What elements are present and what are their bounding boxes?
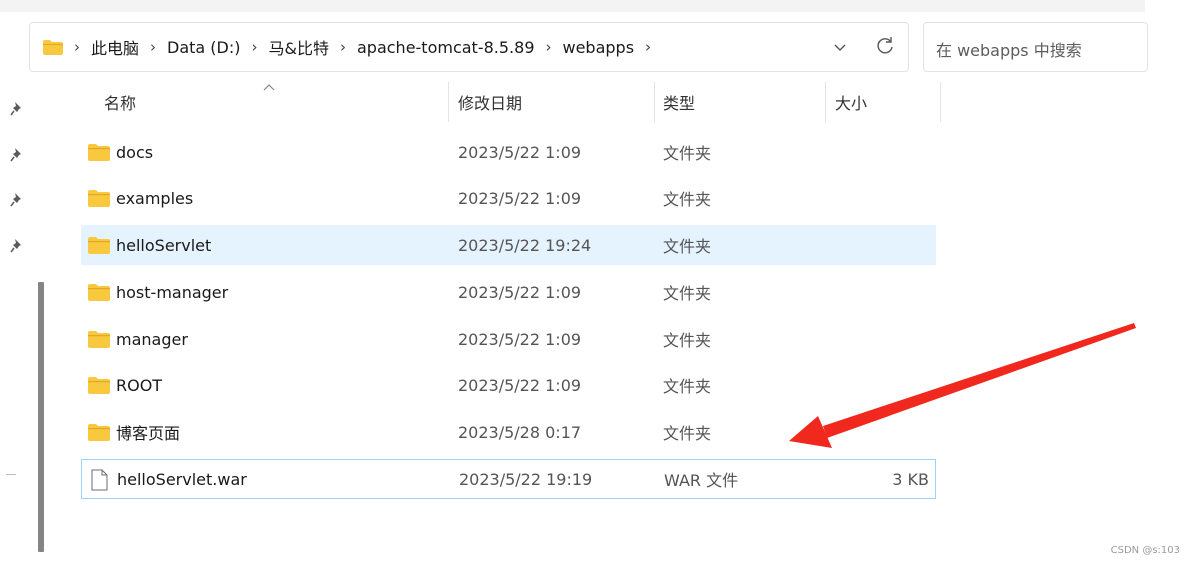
file-row-helloservlet[interactable]: helloServlet 2023/5/22 19:24 文件夹 [81, 225, 936, 265]
folder-icon [88, 377, 110, 394]
file-date: 2023/5/22 1:09 [458, 142, 582, 162]
file-name: examples [116, 188, 194, 208]
file-row-manager[interactable]: manager 2023/5/22 1:09 文件夹 [81, 319, 936, 359]
pin-icon[interactable] [10, 147, 24, 163]
file-date: 2023/5/22 19:19 [459, 469, 593, 489]
breadcrumb-separator[interactable]: › [252, 38, 258, 56]
folder-icon [88, 144, 110, 161]
file-row-blog-page[interactable]: 博客页面 2023/5/28 0:17 文件夹 [81, 412, 936, 452]
folder-icon [88, 237, 110, 254]
column-header-date[interactable]: 修改日期 [458, 82, 522, 122]
file-name: docs [116, 142, 154, 162]
column-divider[interactable] [825, 82, 826, 122]
column-divider[interactable] [940, 82, 941, 122]
column-divider[interactable] [448, 82, 449, 122]
divider [6, 474, 16, 475]
sort-ascending-icon [263, 84, 275, 91]
file-date: 2023/5/22 1:09 [458, 375, 582, 395]
breadcrumb-separator[interactable]: › [340, 38, 346, 56]
file-name: helloServlet [116, 235, 212, 255]
file-type: 文件夹 [663, 237, 712, 256]
folder-icon [43, 40, 63, 55]
file-type: 文件夹 [663, 424, 712, 443]
breadcrumb-separator[interactable]: › [546, 38, 552, 56]
file-row-helloservlet-war[interactable]: helloServlet.war 2023/5/22 19:19 WAR 文件 … [81, 459, 936, 499]
file-name: host-manager [116, 282, 229, 302]
breadcrumb-item-data-drive[interactable]: Data (D:) [167, 38, 240, 57]
folder-icon [88, 331, 110, 348]
breadcrumb-item-this-pc[interactable]: 此电脑 [91, 35, 139, 59]
file-date: 2023/5/22 1:09 [458, 329, 582, 349]
file-name: ROOT [116, 375, 163, 395]
pin-icon[interactable] [10, 238, 24, 254]
file-type: 文件夹 [663, 377, 712, 396]
file-type: 文件夹 [663, 331, 712, 350]
breadcrumb-separator: › [74, 38, 80, 56]
file-icon [91, 469, 108, 491]
column-header-name[interactable]: 名称 [104, 82, 136, 122]
refresh-icon[interactable] [874, 35, 896, 57]
breadcrumb-item-tomcat[interactable]: apache-tomcat-8.5.89 [357, 38, 535, 57]
pin-icon[interactable] [10, 192, 24, 208]
file-date: 2023/5/22 1:09 [458, 282, 582, 302]
search-placeholder: 在 webapps 中搜索 [936, 41, 1082, 60]
file-date: 2023/5/22 1:09 [458, 188, 582, 208]
file-row-docs[interactable]: docs 2023/5/22 1:09 文件夹 [81, 132, 936, 172]
file-name: manager [116, 329, 188, 349]
search-input[interactable]: 在 webapps 中搜索 [923, 22, 1148, 72]
breadcrumb-separator[interactable]: › [645, 38, 651, 56]
file-type: 文件夹 [663, 284, 712, 303]
column-divider[interactable] [654, 82, 655, 122]
file-date: 2023/5/28 0:17 [458, 422, 582, 442]
chevron-down-icon[interactable] [830, 37, 850, 57]
breadcrumb: › 此电脑 › Data (D:) › 马&比特 › apache-tomcat… [74, 23, 662, 71]
folder-icon [88, 190, 110, 207]
file-type: 文件夹 [663, 144, 712, 163]
pin-icon[interactable] [10, 101, 24, 117]
file-date: 2023/5/22 19:24 [458, 235, 592, 255]
nav-pane-scrollbar[interactable] [38, 282, 44, 552]
file-name: 博客页面 [116, 424, 181, 443]
file-row-root[interactable]: ROOT 2023/5/22 1:09 文件夹 [81, 365, 936, 405]
file-type: WAR 文件 [664, 471, 739, 490]
column-header-size[interactable]: 大小 [835, 82, 867, 122]
file-name: helloServlet.war [117, 469, 247, 489]
column-header-type[interactable]: 类型 [663, 82, 695, 122]
file-type: 文件夹 [663, 190, 712, 209]
window-top-strip [0, 0, 1145, 12]
folder-icon [88, 284, 110, 301]
breadcrumb-item-mabite[interactable]: 马&比特 [269, 35, 329, 59]
breadcrumb-separator[interactable]: › [150, 38, 156, 56]
breadcrumb-item-webapps[interactable]: webapps [563, 38, 635, 57]
watermark: CSDN @s:103 [1110, 545, 1180, 556]
file-row-examples[interactable]: examples 2023/5/22 1:09 文件夹 [81, 178, 936, 218]
file-size: 3 KB [892, 469, 929, 489]
file-row-host-manager[interactable]: host-manager 2023/5/22 1:09 文件夹 [81, 272, 936, 312]
address-bar[interactable]: › 此电脑 › Data (D:) › 马&比特 › apache-tomcat… [29, 22, 909, 72]
folder-icon [88, 424, 110, 441]
